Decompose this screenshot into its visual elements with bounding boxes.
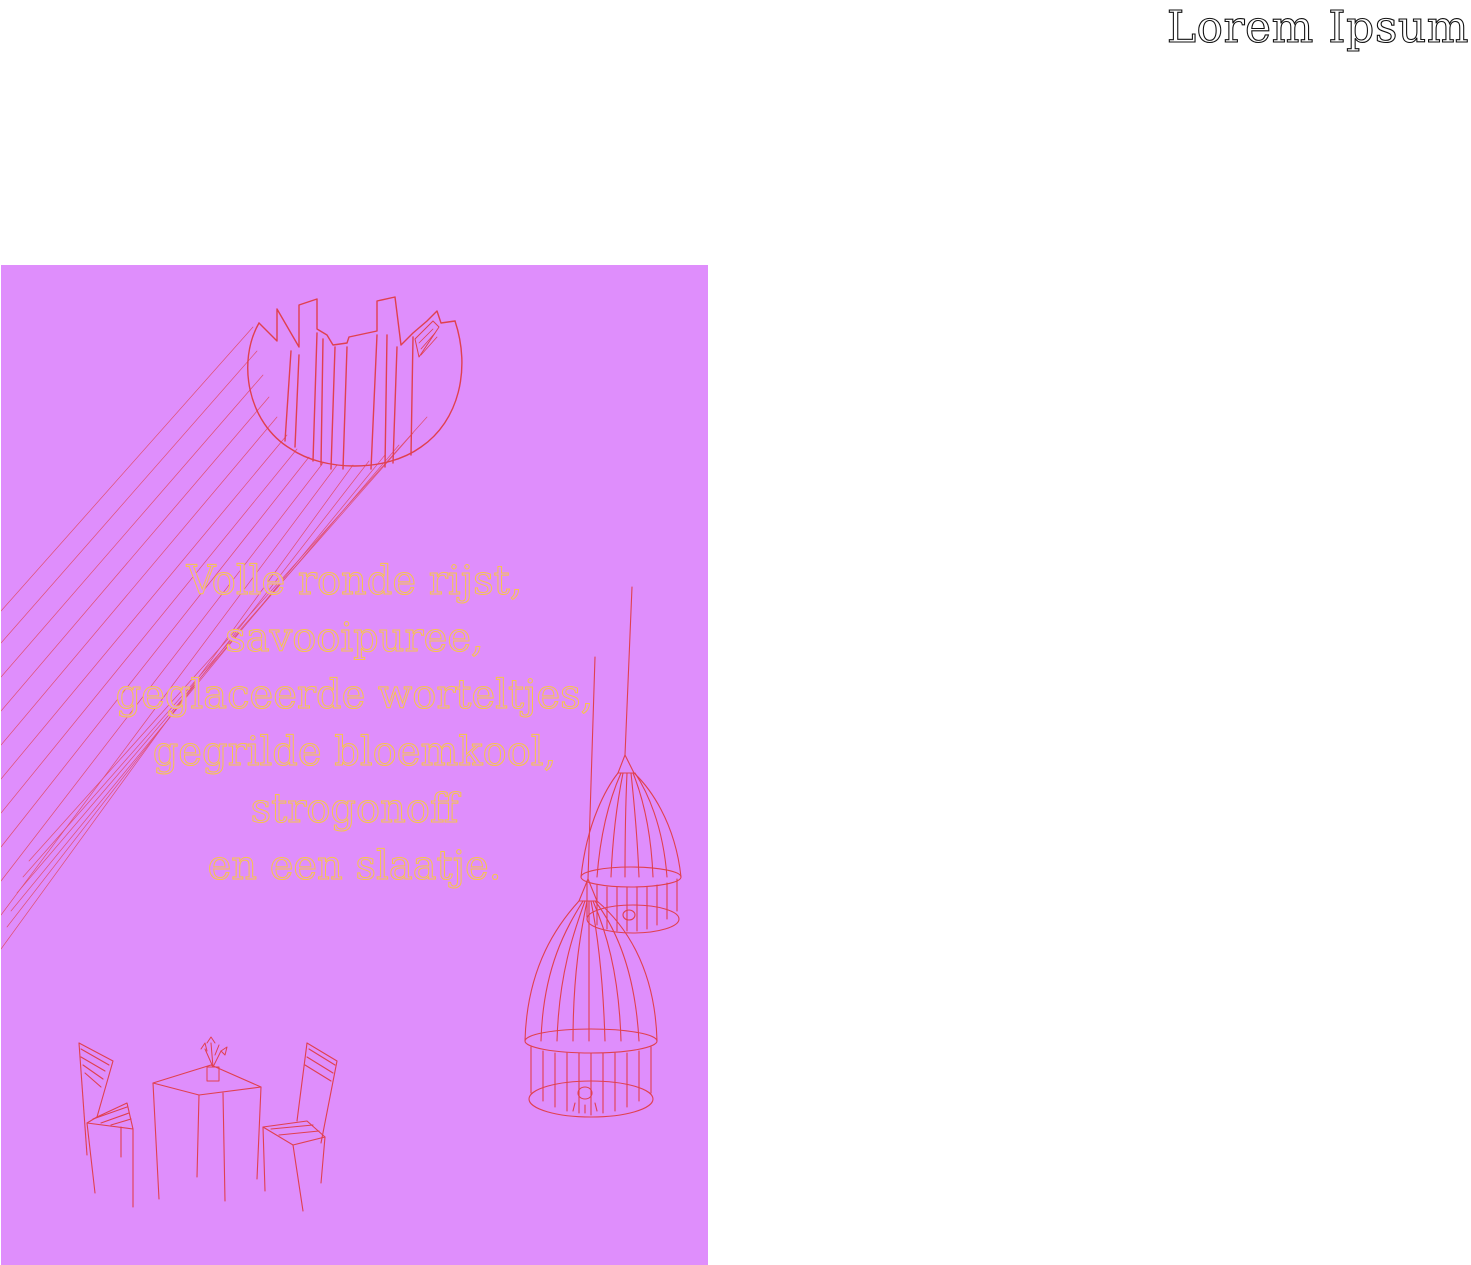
cafe-chair-icon (262, 1042, 338, 1212)
menu-poster: Volle ronde rijst, savooipuree, geglacee… (1, 265, 708, 1265)
cafe-table-icon (152, 1064, 262, 1202)
flower-vase-icon (200, 1036, 228, 1082)
page-title: Lorem Ipsum (1166, 2, 1469, 53)
menu-line: geglaceerde worteltjes, (115, 672, 594, 719)
menu-line: en een slaatje. (207, 843, 502, 890)
menu-line: Volle ronde rijst, (186, 558, 523, 605)
menu-line: strogonoff (250, 786, 459, 833)
cafe-chair-icon (78, 1042, 134, 1208)
menu-line: savooipuree, (225, 615, 484, 662)
menu-text: Volle ronde rijst, savooipuree, geglacee… (1, 553, 708, 895)
menu-line: gegrilde bloemkool, (152, 729, 557, 776)
